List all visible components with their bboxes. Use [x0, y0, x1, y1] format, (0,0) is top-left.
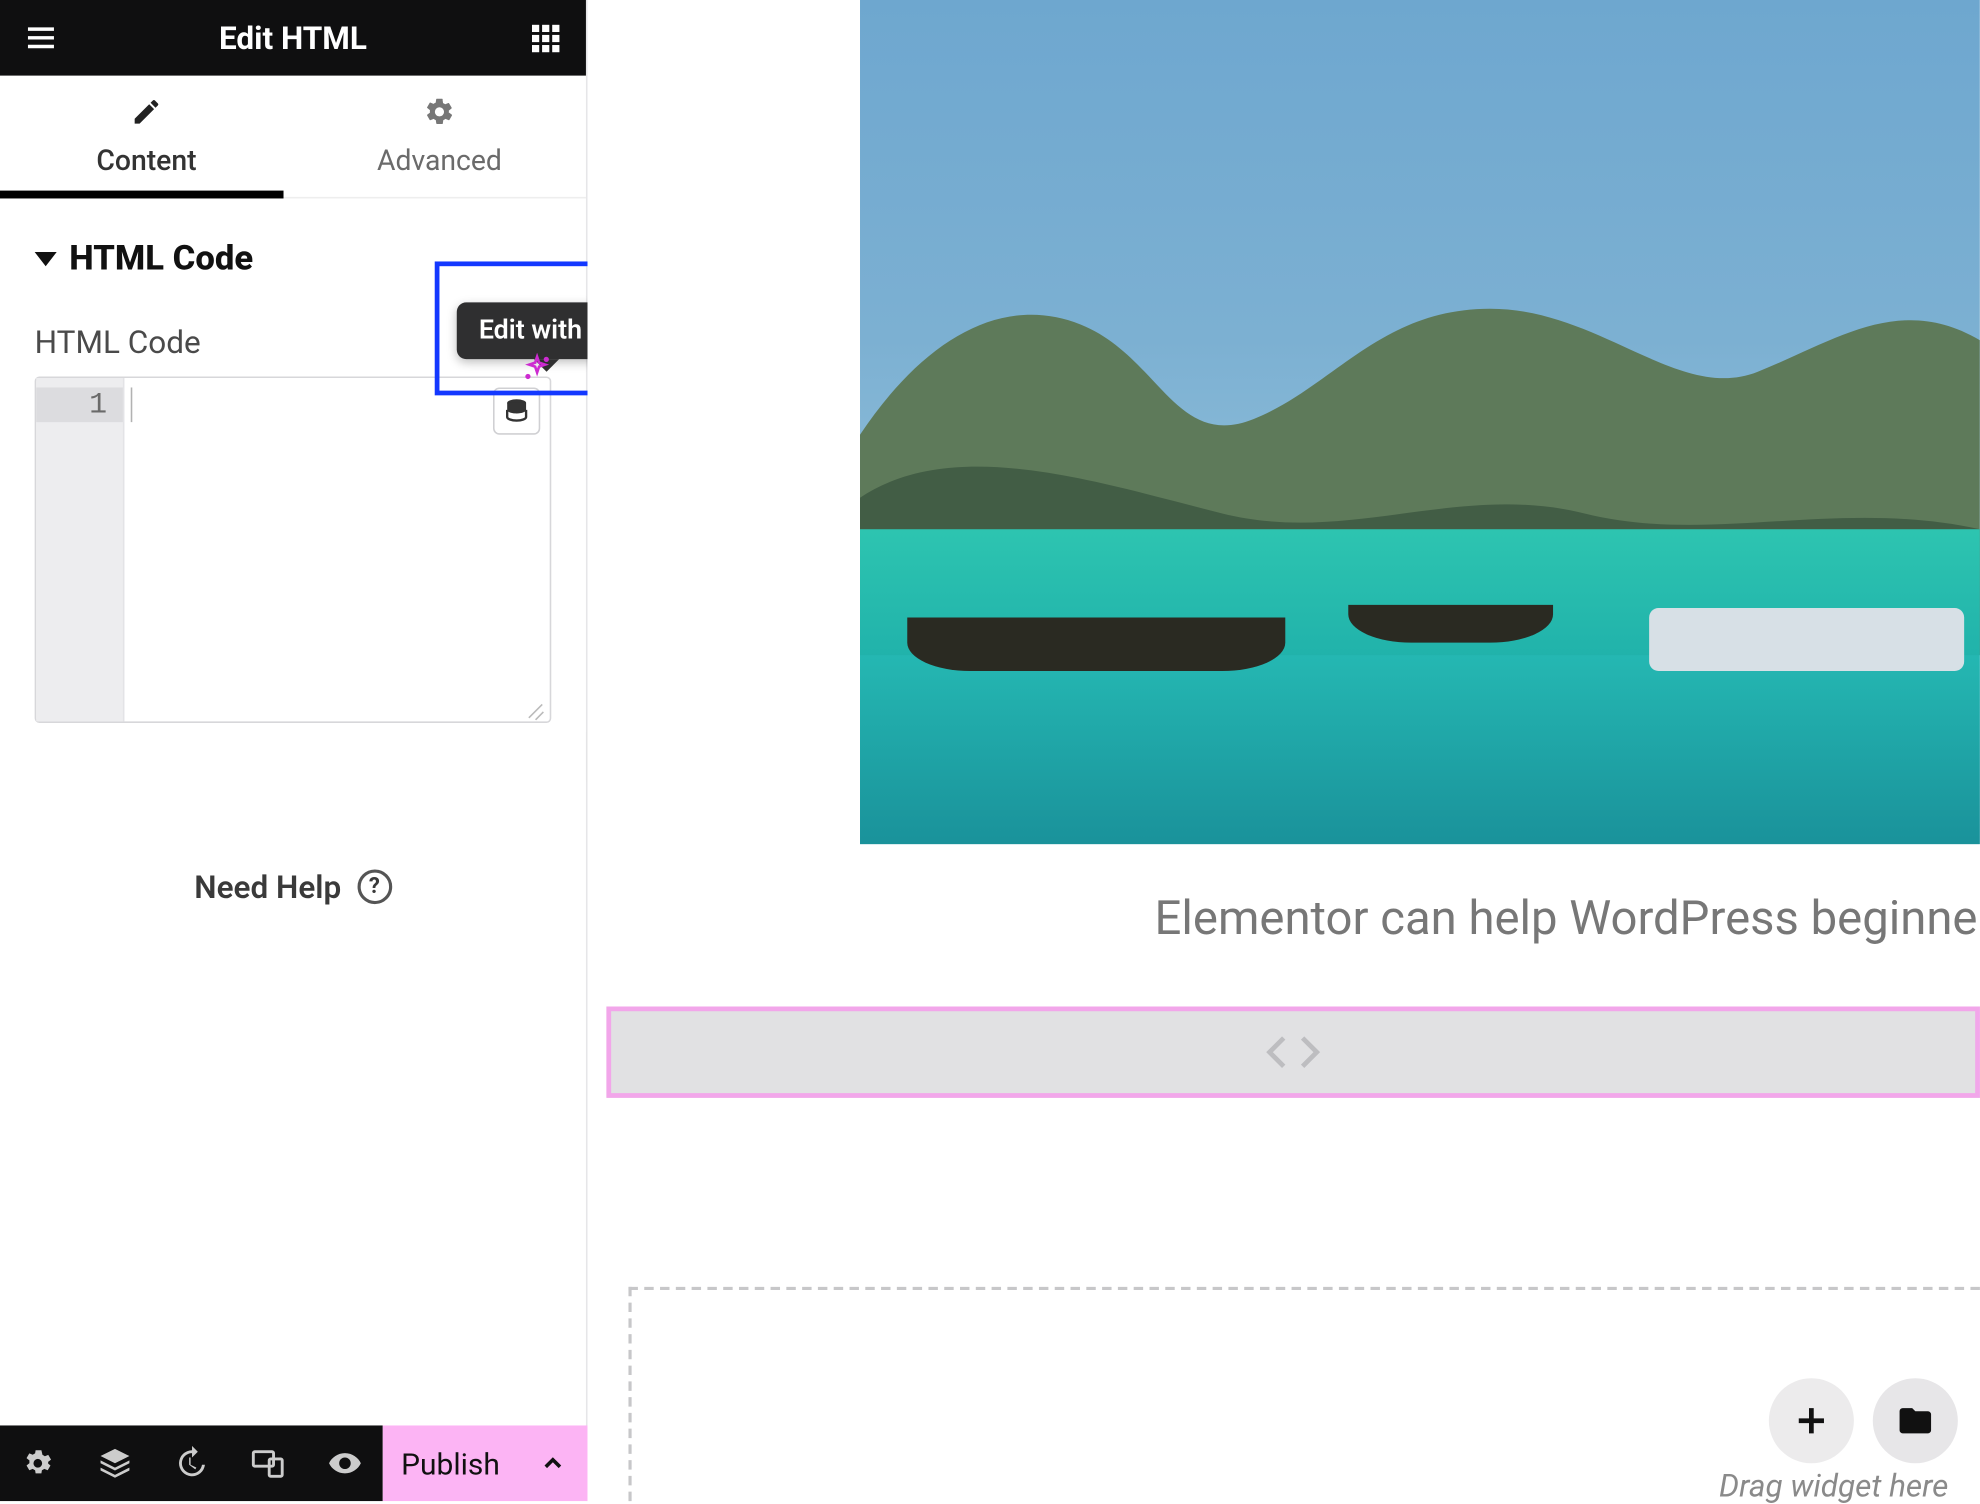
preview-canvas: Elementor can help WordPress beginners m… — [588, 0, 1980, 1501]
drop-area[interactable]: Drag widget here — [628, 1287, 1979, 1501]
responsive-button[interactable] — [236, 1446, 299, 1481]
tab-content-label: Content — [96, 144, 196, 177]
editor-panel: Edit HTML Content Advanced HTML Code — [0, 0, 588, 1501]
chevron-up-icon — [539, 1449, 567, 1477]
panel-header: Edit HTML — [0, 0, 586, 76]
html-widget-placeholder[interactable] — [606, 1006, 1979, 1097]
navigator-button[interactable] — [83, 1446, 146, 1481]
gear-icon — [21, 1446, 56, 1481]
boat-illustration — [1348, 605, 1553, 643]
panel-title: Edit HTML — [63, 19, 523, 57]
resize-handle[interactable] — [523, 696, 545, 718]
hero-image — [860, 0, 1980, 844]
tab-advanced[interactable]: Advanced — [293, 76, 586, 197]
code-icon — [1265, 1024, 1322, 1081]
settings-button[interactable] — [7, 1446, 70, 1481]
add-widget-button[interactable] — [1769, 1378, 1854, 1463]
folder-icon — [1896, 1402, 1934, 1440]
devices-icon — [251, 1446, 286, 1481]
layers-icon — [97, 1446, 132, 1481]
chevron-down-icon — [35, 252, 57, 266]
boat-illustration — [907, 617, 1285, 671]
code-area[interactable] — [124, 378, 549, 721]
history-button[interactable] — [160, 1446, 223, 1481]
ferry-illustration — [1649, 608, 1964, 671]
panel-tabs: Content Advanced — [0, 76, 586, 199]
drop-area-hint: Drag widget here — [1719, 1466, 1948, 1504]
sparkle-icon — [521, 353, 553, 385]
need-help-label: Need Help — [194, 868, 341, 906]
need-help-link[interactable]: Need Help ? — [0, 723, 586, 906]
pencil-icon — [131, 95, 163, 134]
publish-button[interactable]: Publish — [383, 1445, 518, 1481]
publish-options-button[interactable] — [518, 1449, 587, 1477]
panel-footer: Publish — [0, 1425, 588, 1501]
section-toggle-html-code[interactable]: HTML Code — [0, 198, 586, 288]
preview-button[interactable] — [313, 1446, 376, 1481]
menu-icon[interactable] — [19, 16, 63, 60]
ai-button[interactable] — [521, 353, 553, 391]
database-icon — [502, 397, 530, 425]
code-gutter: 1 — [36, 378, 124, 721]
history-icon — [174, 1446, 209, 1481]
template-library-button[interactable] — [1873, 1378, 1958, 1463]
text-cursor — [131, 387, 133, 422]
publish-segment: Publish — [383, 1425, 588, 1501]
dynamic-tags-button[interactable] — [493, 387, 540, 434]
line-number: 1 — [36, 387, 123, 422]
gear-icon — [424, 95, 456, 134]
footer-toolbar — [0, 1425, 383, 1501]
eye-icon — [327, 1446, 362, 1481]
preview-caption: Elementor can help WordPress beginners m… — [1155, 892, 1980, 947]
tab-content[interactable]: Content — [0, 76, 293, 197]
section-title: HTML Code — [69, 239, 253, 278]
code-editor[interactable]: 1 — [35, 376, 552, 723]
help-icon: ? — [357, 869, 392, 904]
apps-grid-icon[interactable] — [523, 16, 567, 60]
tab-advanced-label: Advanced — [377, 144, 502, 177]
plus-icon — [1792, 1402, 1830, 1440]
